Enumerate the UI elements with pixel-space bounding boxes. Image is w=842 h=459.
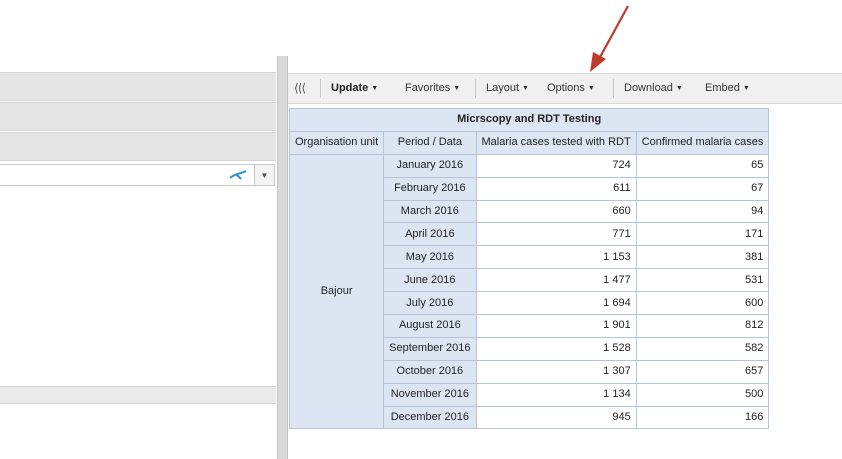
- period-cell[interactable]: June 2016: [383, 268, 477, 293]
- confirmed-cases-cell[interactable]: 582: [635, 336, 770, 361]
- confirmed-cases-cell[interactable]: 657: [635, 359, 770, 384]
- update-label: Update: [331, 82, 369, 94]
- toolbar: ⟨⟨⟨ Update ▼ Favorites ▼ Layout ▼ Options ▼ …: [288, 73, 842, 104]
- tested-rdt-cell[interactable]: 1 477: [475, 268, 637, 293]
- period-cell[interactable]: February 2016: [383, 176, 477, 201]
- layout-menu[interactable]: Layout ▼: [486, 74, 529, 103]
- column-header-confirmed[interactable]: Confirmed malaria cases: [635, 130, 770, 155]
- confirmed-cases-cell[interactable]: 171: [635, 222, 770, 247]
- double-chevron-left-icon: ⟨⟨⟨: [294, 81, 306, 95]
- column-header-tested-rdt[interactable]: Malaria cases tested with RDT: [475, 130, 637, 155]
- pivot-body: Bajour January 2016 724 65 February 2016 611 6…: [288, 153, 770, 430]
- panel-splitter[interactable]: [277, 56, 288, 459]
- period-cell[interactable]: September 2016: [383, 336, 477, 361]
- period-cell[interactable]: October 2016: [383, 359, 477, 384]
- confirmed-cases-cell[interactable]: 67: [635, 176, 770, 201]
- tested-rdt-cell[interactable]: 1 528: [475, 336, 637, 361]
- chevron-down-icon: ▼: [260, 170, 269, 180]
- options-menu[interactable]: Options ▼: [547, 74, 595, 103]
- period-cell[interactable]: April 2016: [383, 222, 477, 247]
- period-cell[interactable]: January 2016: [383, 153, 477, 178]
- confirmed-cases-cell[interactable]: 166: [635, 405, 770, 430]
- embed-menu[interactable]: Embed ▼: [705, 74, 750, 103]
- update-button[interactable]: Update ▼: [331, 74, 378, 103]
- layout-label: Layout: [486, 82, 520, 94]
- clear-icon[interactable]: [228, 168, 248, 182]
- toolbar-divider: [475, 79, 476, 98]
- table-row: Bajour January 2016 724 65: [288, 153, 770, 430]
- left-panel: ▼: [0, 0, 276, 459]
- dropdown-button[interactable]: ▼: [254, 165, 274, 185]
- tested-rdt-cell[interactable]: 1 901: [475, 314, 637, 338]
- column-header-org-unit[interactable]: Organisation unit: [288, 130, 385, 155]
- download-menu[interactable]: Download ▼: [624, 74, 683, 103]
- toolbar-divider: [613, 79, 614, 98]
- arrow-head: [590, 52, 606, 72]
- column-header-period[interactable]: Period / Data: [383, 130, 477, 155]
- left-panel-section-header[interactable]: [0, 72, 276, 101]
- confirmed-cases-cell[interactable]: 94: [635, 199, 770, 224]
- caret-down-icon: ▼: [742, 85, 750, 92]
- period-cell[interactable]: July 2016: [383, 291, 477, 316]
- tested-rdt-cell[interactable]: 1 307: [475, 359, 637, 384]
- left-panel-combo-input[interactable]: ▼: [0, 164, 275, 186]
- options-label: Options: [547, 82, 585, 94]
- tested-rdt-cell[interactable]: 771: [475, 222, 637, 247]
- left-panel-section-header[interactable]: [0, 132, 276, 161]
- confirmed-cases-cell[interactable]: 531: [635, 268, 770, 293]
- favorites-label: Favorites: [405, 82, 451, 94]
- left-panel-section-header[interactable]: [0, 386, 276, 404]
- confirmed-cases-cell[interactable]: 65: [635, 153, 770, 178]
- table-title: Micrscopy and RDT Testing: [288, 108, 770, 132]
- left-panel-section-header[interactable]: [0, 102, 276, 131]
- tested-rdt-cell[interactable]: 1 694: [475, 291, 637, 316]
- tested-rdt-cell[interactable]: 660: [475, 199, 637, 224]
- caret-down-icon: ▼: [587, 85, 595, 92]
- favorites-menu[interactable]: Favorites ▼: [405, 74, 460, 103]
- collapse-panel-button[interactable]: ⟨⟨⟨: [294, 74, 306, 103]
- period-cell[interactable]: December 2016: [383, 405, 477, 430]
- confirmed-cases-cell[interactable]: 600: [635, 291, 770, 316]
- period-cell[interactable]: November 2016: [383, 382, 477, 407]
- tested-rdt-cell[interactable]: 945: [475, 405, 637, 430]
- tested-rdt-cell[interactable]: 1 134: [475, 382, 637, 407]
- confirmed-cases-cell[interactable]: 500: [635, 382, 770, 407]
- toolbar-divider: [320, 79, 321, 98]
- org-unit-cell[interactable]: Bajour: [288, 153, 385, 430]
- pivot-table: Micrscopy and RDT Testing Organisation u…: [288, 108, 770, 430]
- download-label: Download: [624, 82, 673, 94]
- caret-down-icon: ▼: [522, 85, 529, 92]
- caret-down-icon: ▼: [675, 85, 683, 92]
- tested-rdt-cell[interactable]: 611: [475, 176, 637, 201]
- period-cell[interactable]: March 2016: [383, 199, 477, 224]
- tested-rdt-cell[interactable]: 1 153: [475, 245, 637, 270]
- confirmed-cases-cell[interactable]: 812: [635, 314, 770, 338]
- period-cell[interactable]: August 2016: [383, 314, 477, 338]
- arrow-shaft: [598, 5, 629, 60]
- caret-down-icon: ▼: [371, 85, 379, 92]
- period-cell[interactable]: May 2016: [383, 245, 477, 270]
- confirmed-cases-cell[interactable]: 381: [635, 245, 770, 270]
- caret-down-icon: ▼: [453, 85, 461, 92]
- embed-label: Embed: [705, 82, 740, 94]
- tested-rdt-cell[interactable]: 724: [475, 153, 637, 178]
